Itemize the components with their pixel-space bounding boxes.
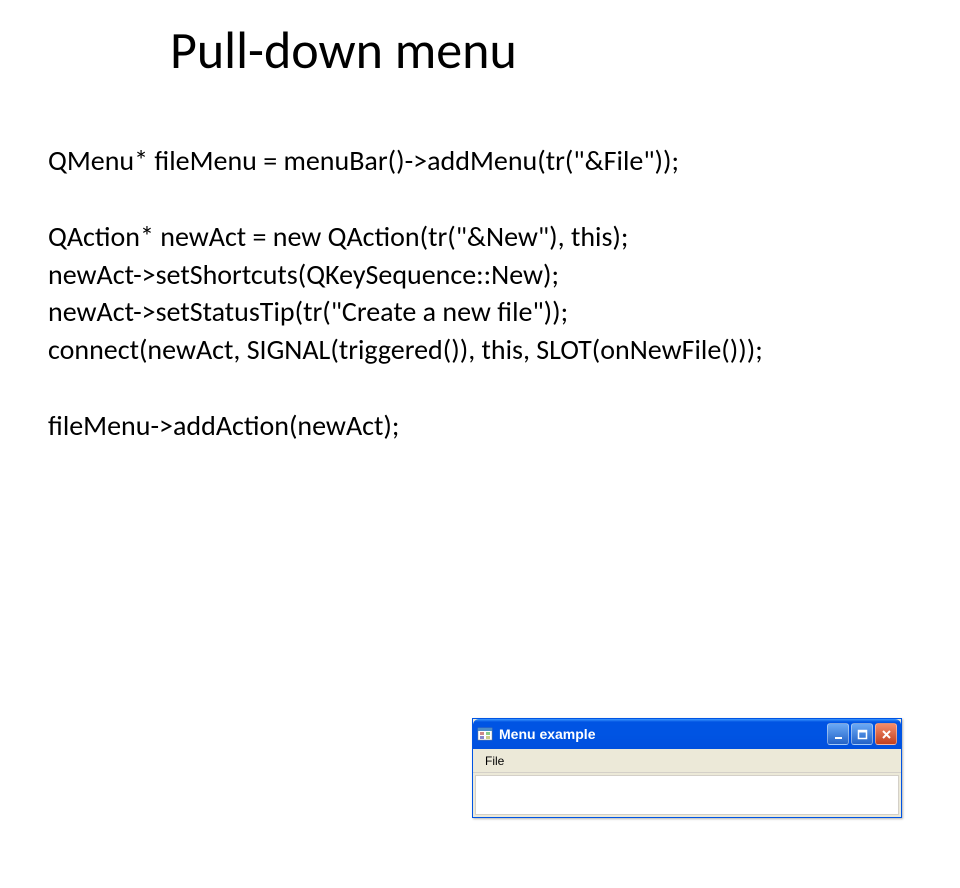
blank-line — [48, 180, 940, 218]
menu-file[interactable]: File — [477, 751, 512, 771]
code-line-3: newAct->setShortcuts(QKeySequence::New); — [48, 256, 940, 294]
code-line-1: QMenu* fileMenu = menuBar()->addMenu(tr(… — [48, 142, 940, 180]
minimize-button[interactable] — [827, 723, 849, 745]
slide-title: Pull-down menu — [170, 18, 960, 82]
code-block: QMenu* fileMenu = menuBar()->addMenu(tr(… — [48, 142, 940, 445]
content-area — [475, 775, 899, 815]
code-line-2: QAction* newAct = new QAction(tr("&New")… — [48, 218, 940, 256]
window-title: Menu example — [499, 726, 827, 742]
maximize-button[interactable] — [851, 723, 873, 745]
close-button[interactable] — [875, 723, 897, 745]
titlebar: Menu example — [473, 719, 901, 749]
menubar: File — [473, 749, 901, 773]
window-controls — [827, 723, 897, 745]
code-line-4: newAct->setStatusTip(tr("Create a new fi… — [48, 293, 940, 331]
example-window: Menu example File — [472, 718, 902, 818]
code-line-6: fileMenu->addAction(newAct); — [48, 407, 940, 445]
window-icon — [477, 726, 493, 742]
blank-line — [48, 369, 940, 407]
code-line-5: connect(newAct, SIGNAL(triggered()), thi… — [48, 331, 940, 369]
